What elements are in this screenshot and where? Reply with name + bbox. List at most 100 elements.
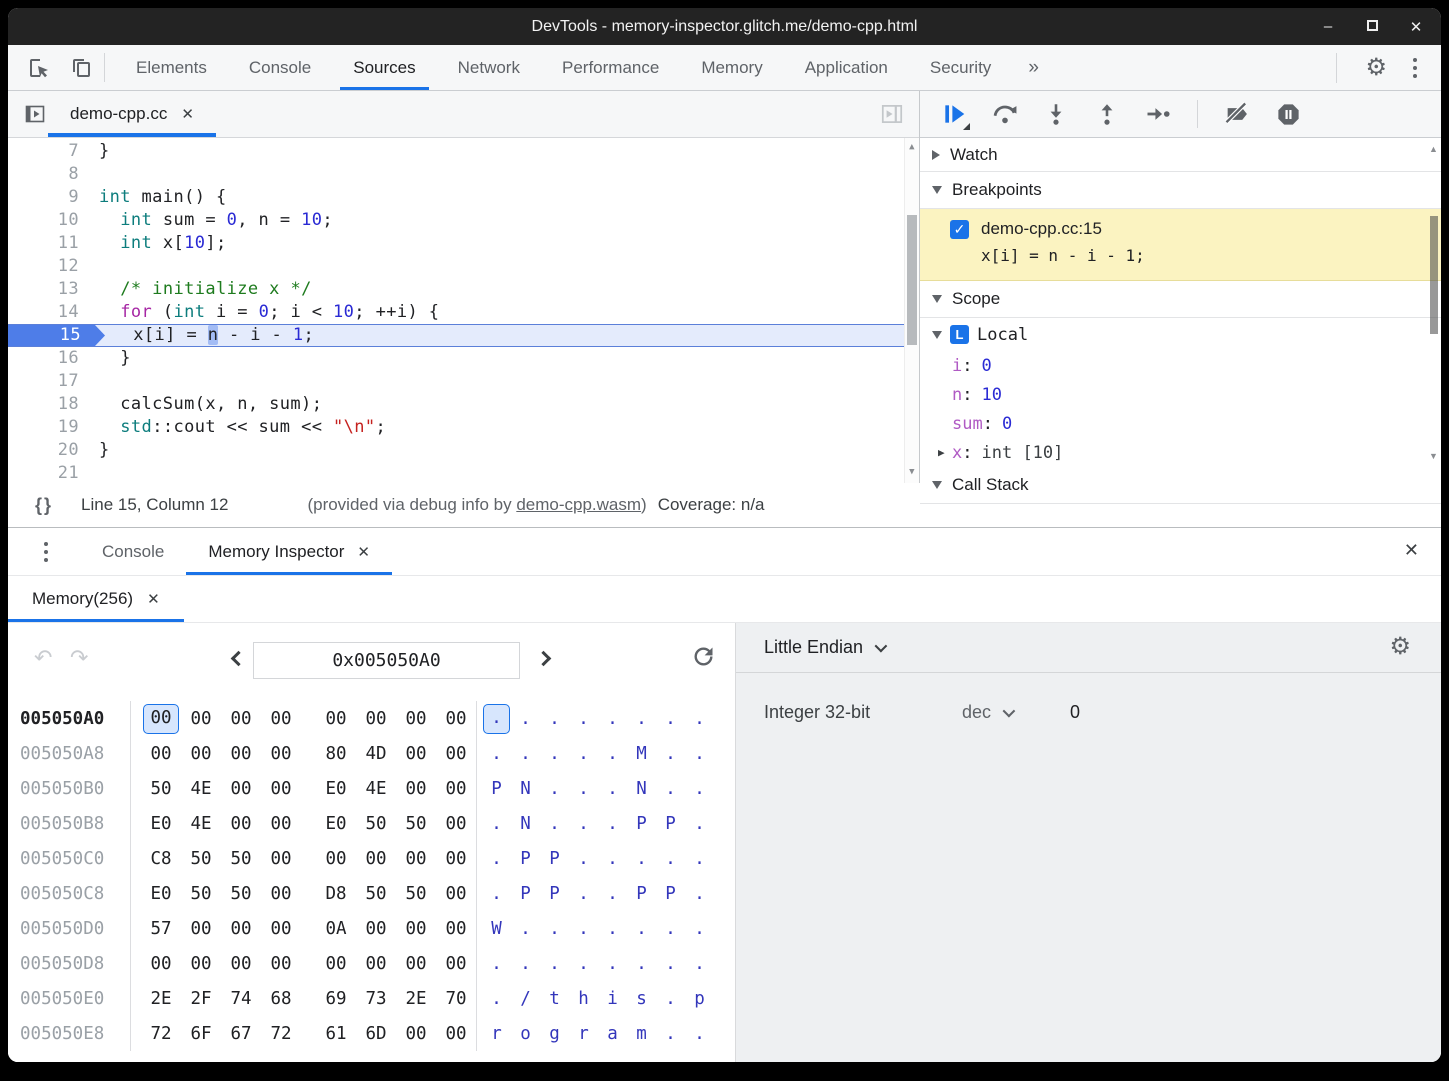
ascii-char[interactable]: . [569, 809, 598, 839]
hex-byte[interactable]: C8 [141, 844, 181, 874]
code-line-10[interactable]: 10 int sum = 0, n = 10; [8, 209, 904, 232]
hex-byte[interactable]: 00 [221, 949, 261, 979]
ascii-char[interactable]: . [685, 844, 714, 874]
breakpoints-section-header[interactable]: Breakpoints [920, 172, 1441, 209]
ascii-char[interactable]: . [656, 984, 685, 1014]
hex-byte[interactable]: 6D [356, 1019, 396, 1049]
hex-byte[interactable]: 00 [261, 844, 301, 874]
hex-byte[interactable]: 50 [396, 879, 436, 909]
hex-byte[interactable]: D8 [316, 879, 356, 909]
scope-section-header[interactable]: Scope [920, 281, 1441, 318]
hex-byte[interactable]: 4E [181, 774, 221, 804]
hex-byte[interactable]: 00 [143, 704, 179, 734]
hex-byte[interactable]: 50 [141, 774, 181, 804]
ascii-char[interactable]: r [569, 1019, 598, 1049]
hex-byte[interactable]: 4E [181, 809, 221, 839]
ascii-char[interactable]: N [627, 774, 656, 804]
ascii-char[interactable]: r [482, 1019, 511, 1049]
hex-byte[interactable]: 61 [316, 1019, 356, 1049]
debug-info-link[interactable]: demo-cpp.wasm [516, 495, 641, 514]
breakpoint-checkbox[interactable]: ✓ [950, 220, 969, 239]
hex-byte[interactable]: 00 [436, 949, 476, 979]
hex-byte[interactable]: 00 [261, 774, 301, 804]
ascii-char[interactable]: . [482, 949, 511, 979]
ascii-char[interactable]: . [685, 879, 714, 909]
line-number[interactable]: 20 [8, 439, 92, 462]
drawer-tab-memory-inspector[interactable]: Memory Inspector✕ [186, 528, 392, 575]
hex-byte[interactable]: 00 [141, 949, 181, 979]
code-line-21[interactable]: 21 [8, 462, 904, 483]
ascii-char[interactable]: i [598, 984, 627, 1014]
ascii-char[interactable]: h [569, 984, 598, 1014]
ascii-char[interactable]: M [627, 739, 656, 769]
maximize-button[interactable] [1365, 18, 1379, 35]
hex-byte[interactable]: 00 [316, 704, 356, 734]
ascii-char[interactable]: . [598, 844, 627, 874]
sidebar-scrollbar[interactable]: ▲ ▼ [1427, 138, 1440, 483]
ascii-char[interactable]: . [656, 914, 685, 944]
hex-byte[interactable]: 00 [181, 739, 221, 769]
code-line-8[interactable]: 8 [8, 163, 904, 186]
ascii-char[interactable]: . [627, 704, 656, 734]
ascii-char[interactable]: . [656, 844, 685, 874]
ascii-char[interactable]: . [656, 739, 685, 769]
ascii-char[interactable]: . [685, 774, 714, 804]
ascii-char[interactable]: . [540, 704, 569, 734]
scroll-up-icon[interactable]: ▲ [1427, 144, 1440, 154]
ascii-char[interactable]: o [511, 1019, 540, 1049]
scope-local-row[interactable]: L Local [920, 318, 1441, 351]
call-stack-section-header[interactable]: Call Stack [920, 467, 1441, 504]
hex-byte[interactable]: 00 [356, 949, 396, 979]
code-line-20[interactable]: 20} [8, 439, 904, 462]
endianness-select[interactable]: Little Endian [764, 637, 863, 658]
ascii-char[interactable]: P [511, 879, 540, 909]
ascii-char[interactable]: . [685, 914, 714, 944]
ascii-char[interactable]: P [627, 879, 656, 909]
code-line-7[interactable]: 7} [8, 140, 904, 163]
hex-byte[interactable]: 00 [436, 914, 476, 944]
more-tabs-button[interactable]: » [1012, 45, 1055, 90]
hex-byte[interactable]: 00 [396, 914, 436, 944]
hex-byte[interactable]: 67 [221, 1019, 261, 1049]
hex-byte[interactable]: 72 [261, 1019, 301, 1049]
ascii-char[interactable]: . [685, 704, 714, 734]
line-number[interactable]: 19 [8, 416, 92, 439]
hex-byte[interactable]: 74 [221, 984, 261, 1014]
hex-byte[interactable]: 00 [221, 739, 261, 769]
hex-byte[interactable]: 00 [221, 809, 261, 839]
file-tab-demo-cpp[interactable]: demo-cpp.cc ✕ [48, 91, 216, 137]
ascii-char[interactable]: . [656, 949, 685, 979]
code-line-12[interactable]: 12 [8, 255, 904, 278]
hex-byte[interactable]: 70 [436, 984, 476, 1014]
hex-byte[interactable]: 00 [356, 704, 396, 734]
ascii-char[interactable]: . [598, 879, 627, 909]
ascii-char[interactable]: . [511, 949, 540, 979]
tab-memory[interactable]: Memory [680, 45, 783, 90]
hex-byte[interactable]: 50 [181, 879, 221, 909]
hex-byte[interactable]: 50 [221, 844, 261, 874]
code-line-18[interactable]: 18 calcSum(x, n, sum); [8, 393, 904, 416]
scope-variable-n[interactable]: n:10 [920, 380, 1441, 409]
hex-byte[interactable]: 00 [436, 704, 476, 734]
ascii-char[interactable]: / [511, 984, 540, 1014]
hex-byte[interactable]: 00 [396, 1019, 436, 1049]
line-number[interactable]: 13 [8, 278, 92, 301]
hex-byte[interactable]: E0 [141, 809, 181, 839]
hex-byte[interactable]: 50 [356, 809, 396, 839]
ascii-char[interactable]: . [569, 844, 598, 874]
hex-byte[interactable]: 00 [181, 704, 221, 734]
hex-byte[interactable]: 4E [356, 774, 396, 804]
line-number[interactable]: 11 [8, 232, 92, 255]
step-out-icon[interactable] [1093, 100, 1121, 128]
code-editor[interactable]: 7}89int main() {10 int sum = 0, n = 10;1… [8, 138, 919, 483]
navigator-toggle-icon[interactable] [22, 101, 48, 127]
tab-elements[interactable]: Elements [115, 45, 228, 90]
ascii-char[interactable]: . [482, 844, 511, 874]
line-number[interactable]: 16 [8, 347, 92, 370]
inspect-element-icon[interactable] [26, 55, 52, 81]
ascii-char[interactable]: P [511, 844, 540, 874]
ascii-char[interactable]: P [656, 879, 685, 909]
line-number[interactable]: 7 [8, 140, 92, 163]
tab-sources[interactable]: Sources [332, 45, 436, 90]
hex-byte[interactable]: 2E [141, 984, 181, 1014]
